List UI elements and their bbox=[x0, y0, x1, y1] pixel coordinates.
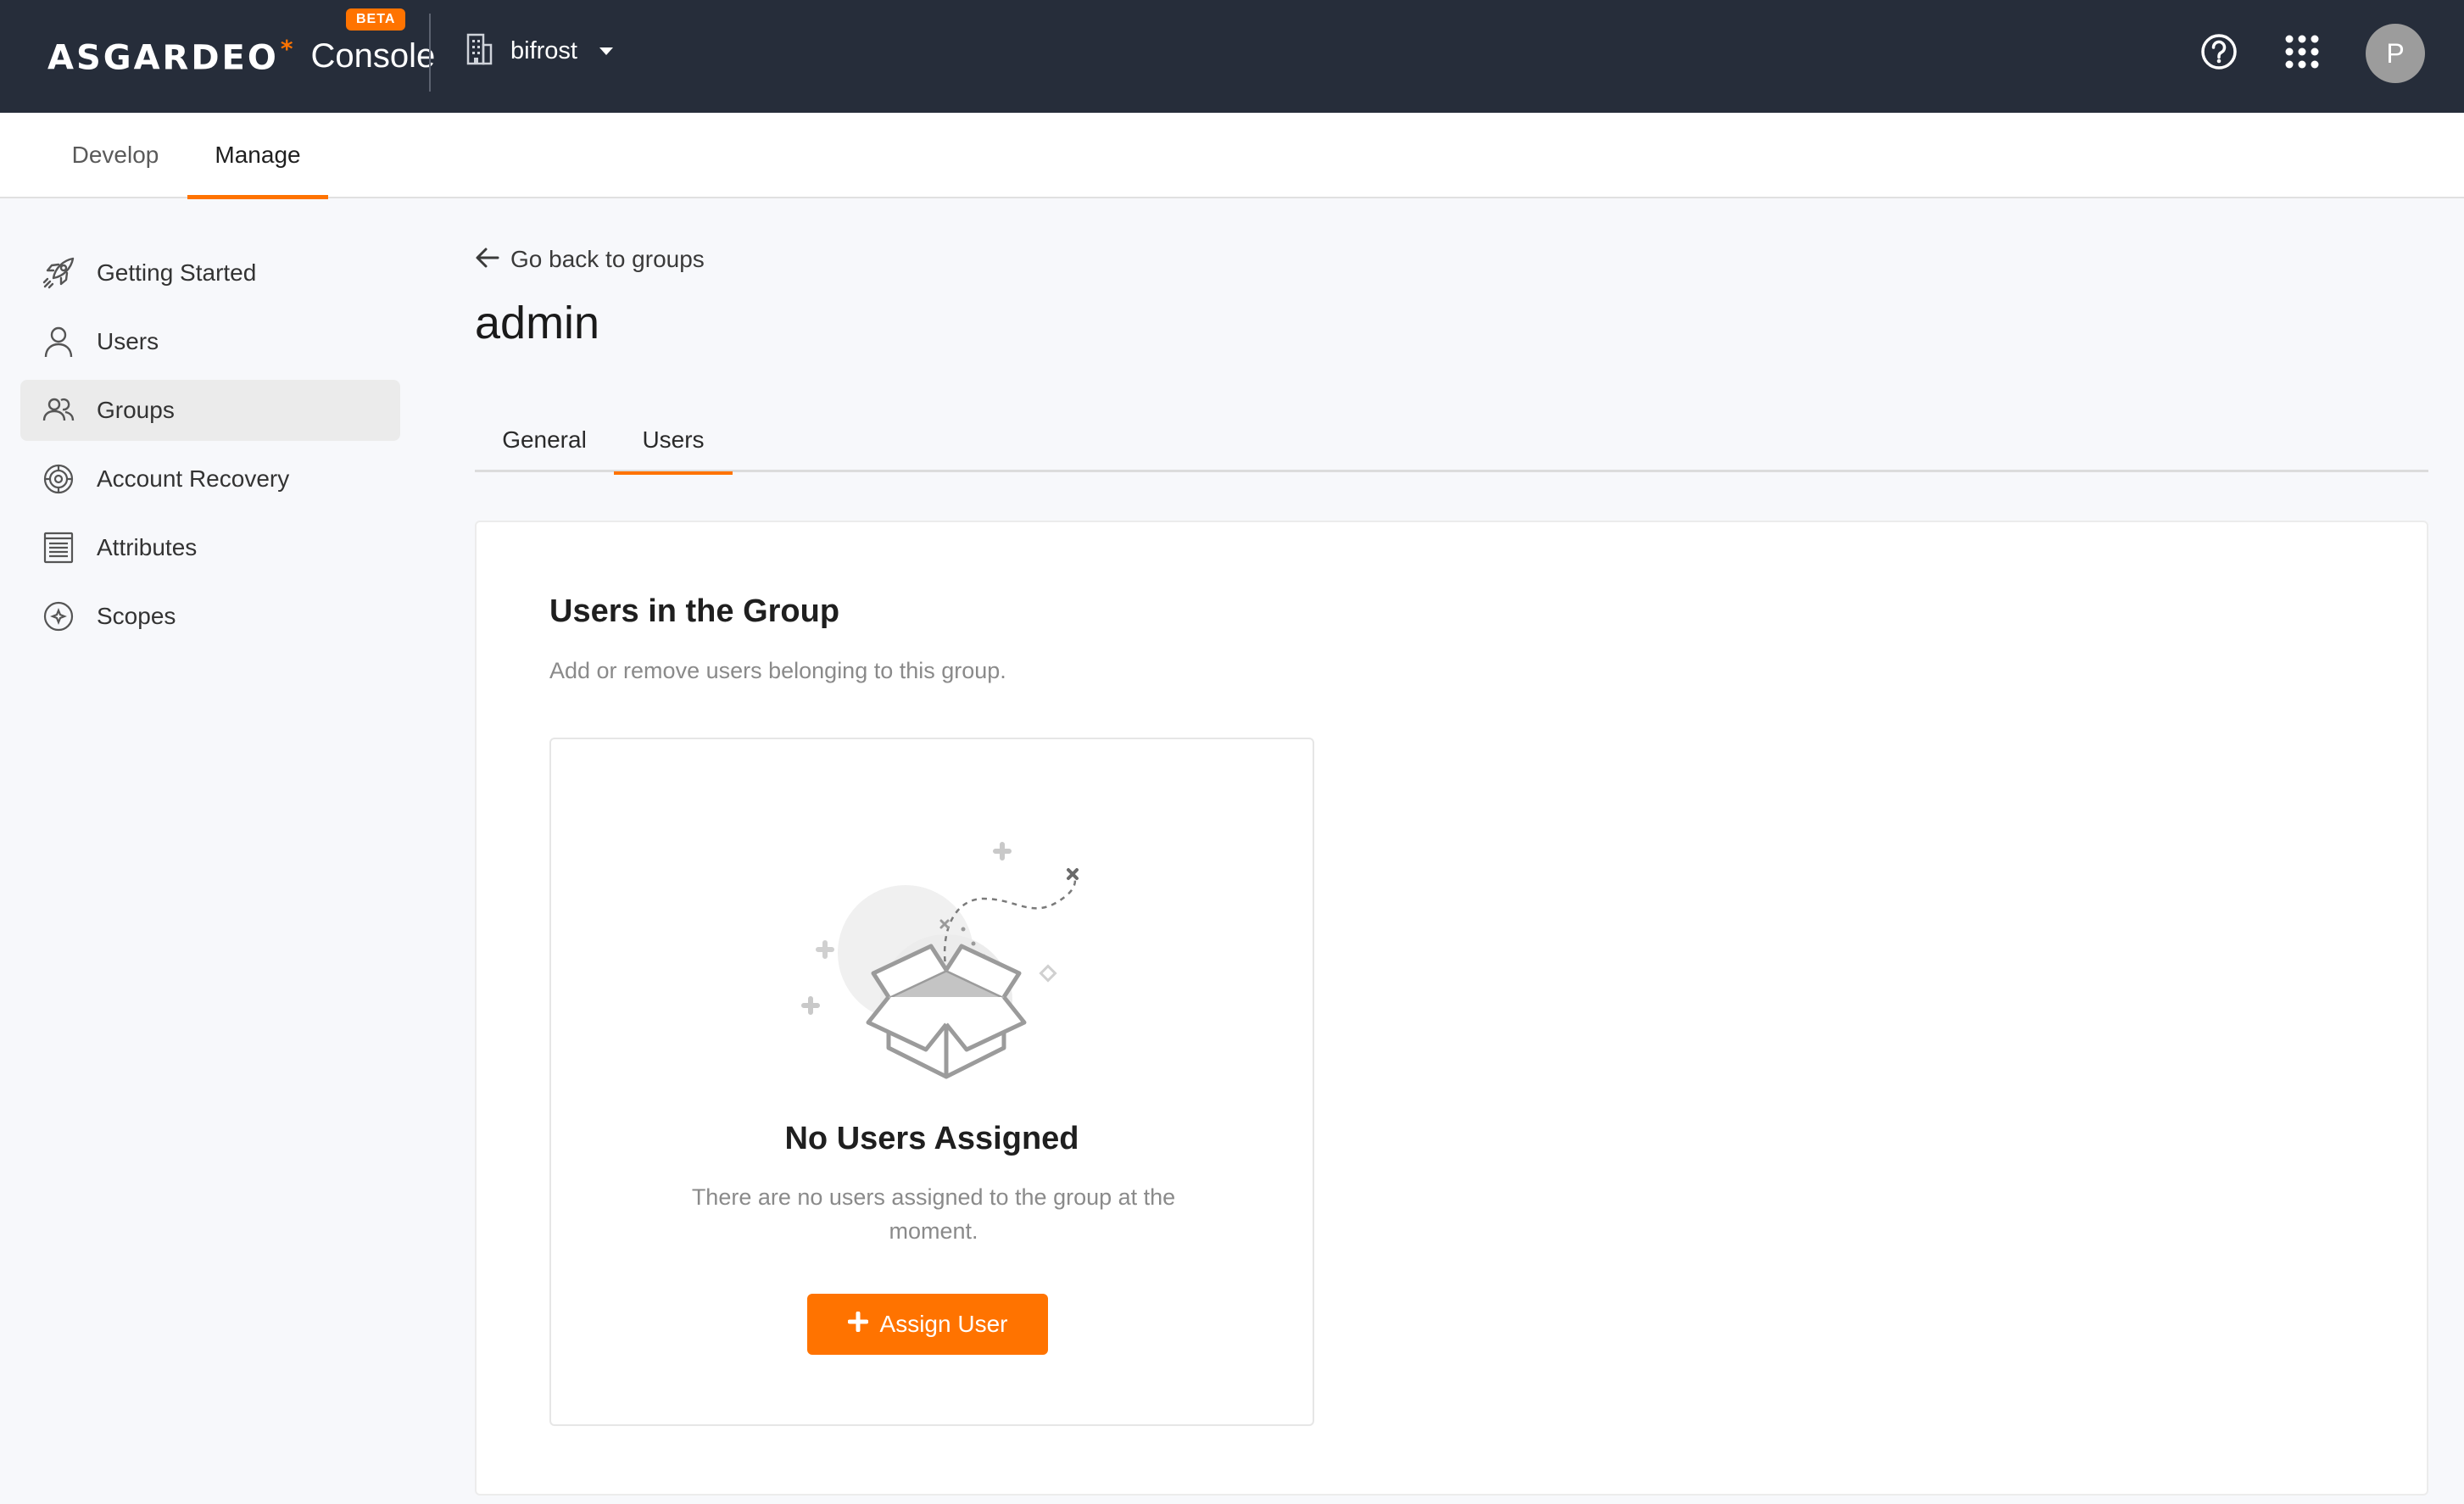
arrow-left-icon bbox=[475, 247, 500, 273]
beta-badge: BETA bbox=[346, 8, 406, 31]
back-to-groups-link[interactable]: Go back to groups bbox=[475, 242, 705, 276]
tab-develop[interactable]: Develop bbox=[44, 113, 187, 198]
list-icon bbox=[41, 530, 76, 565]
tab-users[interactable]: Users bbox=[614, 407, 733, 475]
brand-star-icon: * bbox=[280, 35, 296, 64]
sidebar-item-account-recovery[interactable]: Account Recovery bbox=[20, 448, 400, 510]
group-tabs: General Users bbox=[475, 407, 2428, 475]
plus-icon bbox=[847, 1311, 869, 1338]
section-title: Users in the Group bbox=[549, 593, 840, 629]
sidebar: Getting Started Users Groups Account Rec… bbox=[20, 242, 400, 655]
sidebar-item-users[interactable]: Users bbox=[20, 311, 400, 372]
sidebar-item-getting-started[interactable]: Getting Started bbox=[20, 242, 400, 304]
recovery-icon bbox=[41, 461, 76, 497]
help-icon[interactable] bbox=[2199, 32, 2238, 75]
section-subtitle: Add or remove users belonging to this gr… bbox=[549, 658, 1006, 683]
sidebar-item-label: Account Recovery bbox=[97, 465, 290, 492]
brand-product: Console bbox=[310, 37, 436, 75]
sidebar-item-label: Scopes bbox=[97, 603, 176, 629]
assign-user-label: Assign User bbox=[879, 1311, 1008, 1337]
sidebar-item-label: Users bbox=[97, 328, 159, 354]
brand-logo: ASGARDEO* bbox=[47, 35, 296, 78]
header-actions: P bbox=[2199, 24, 2425, 83]
empty-state: No Users Assigned There are no users ass… bbox=[549, 738, 1314, 1426]
empty-state-title: No Users Assigned bbox=[784, 1121, 1079, 1156]
scopes-icon bbox=[41, 599, 76, 634]
back-link-label: Go back to groups bbox=[510, 246, 705, 272]
group-icon bbox=[41, 393, 76, 428]
chevron-down-icon bbox=[599, 47, 613, 55]
avatar[interactable]: P bbox=[2366, 24, 2425, 83]
empty-state-description: There are no users assigned to the group… bbox=[691, 1184, 1176, 1244]
users-panel: Users in the Group Add or remove users b… bbox=[475, 521, 2428, 1496]
sidebar-item-groups[interactable]: Groups bbox=[20, 380, 400, 441]
rocket-icon bbox=[41, 255, 76, 291]
apps-grid-icon[interactable] bbox=[2284, 34, 2320, 74]
user-icon bbox=[41, 324, 76, 359]
sidebar-item-scopes[interactable]: Scopes bbox=[20, 586, 400, 647]
assign-user-button[interactable]: Assign User bbox=[807, 1294, 1048, 1355]
section-nav: Develop Manage bbox=[0, 113, 2464, 199]
header-divider bbox=[429, 14, 431, 92]
open-box-illustration bbox=[801, 842, 1079, 1079]
top-header: ASGARDEO* Console BETA bifrost P bbox=[0, 0, 2464, 113]
sidebar-item-attributes[interactable]: Attributes bbox=[20, 517, 400, 578]
sidebar-item-label: Attributes bbox=[97, 534, 198, 560]
organization-name: bifrost bbox=[510, 36, 577, 64]
sidebar-item-label: Groups bbox=[97, 397, 175, 423]
building-icon bbox=[465, 33, 493, 70]
tab-manage[interactable]: Manage bbox=[187, 113, 328, 199]
sidebar-item-label: Getting Started bbox=[97, 259, 257, 286]
organization-switcher[interactable]: bifrost bbox=[465, 29, 613, 73]
tab-general[interactable]: General bbox=[475, 407, 614, 472]
page-title: admin bbox=[475, 298, 600, 348]
